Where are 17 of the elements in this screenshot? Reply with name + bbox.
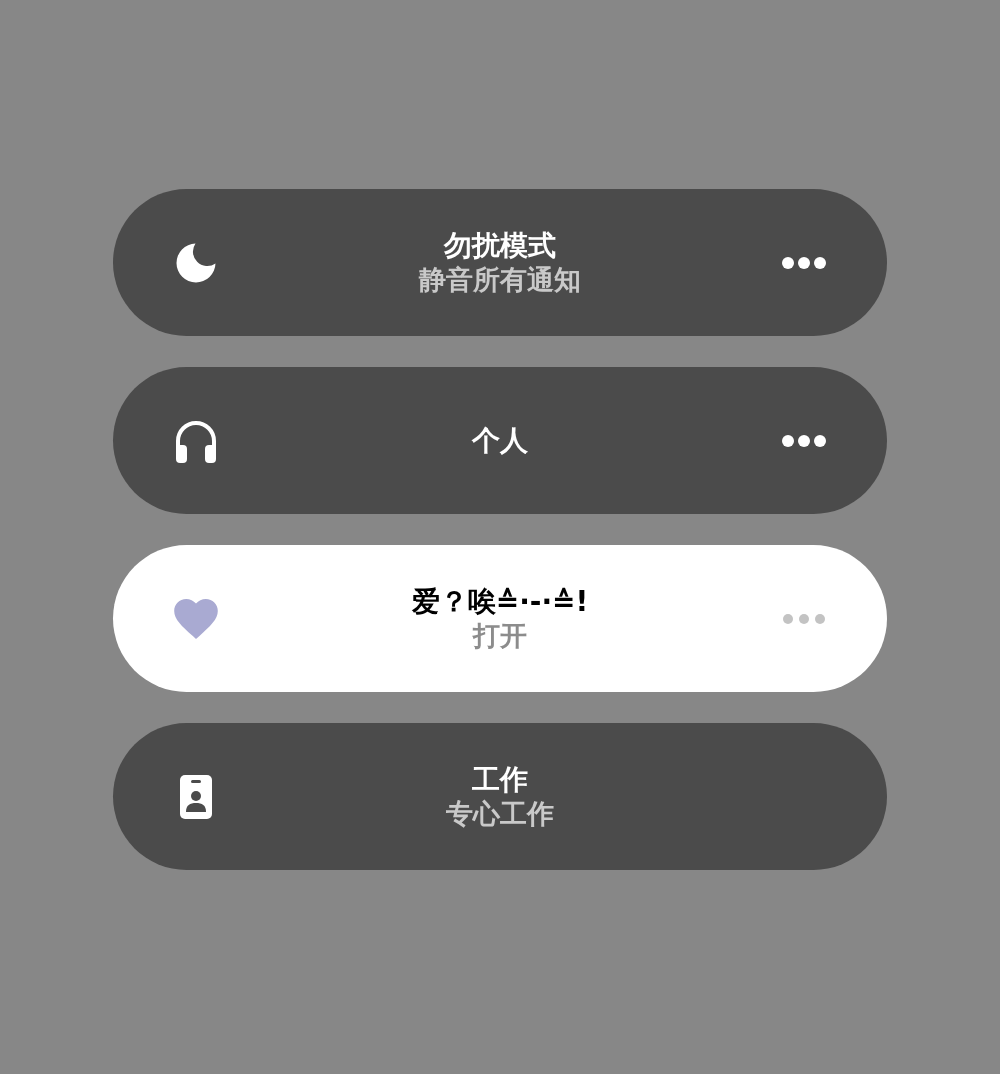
mode-status: 专心工作 xyxy=(446,796,554,831)
headphones-icon xyxy=(174,418,218,463)
mode-title: 个人 xyxy=(472,423,528,458)
focus-mode-card[interactable]: 个人 xyxy=(113,367,887,514)
id-badge-icon xyxy=(180,774,212,819)
mode-title: 工作 xyxy=(472,762,528,797)
focus-mode-card[interactable]: 勿扰模式 静音所有通知 xyxy=(113,189,887,336)
more-options-icon[interactable] xyxy=(782,434,826,447)
mode-title: 勿扰模式 xyxy=(444,228,556,263)
heart-icon xyxy=(174,598,218,639)
moon-icon xyxy=(176,242,216,283)
more-options-icon[interactable] xyxy=(782,256,826,269)
mode-status: 打开 xyxy=(473,618,527,653)
focus-mode-card[interactable]: 工作 专心工作 xyxy=(113,723,887,870)
mode-status: 静音所有通知 xyxy=(419,262,581,297)
mode-title: 爱？唉≙·-·≙! xyxy=(411,584,589,619)
focus-mode-card[interactable]: 爱？唉≙·-·≙! 打开 xyxy=(113,545,887,692)
